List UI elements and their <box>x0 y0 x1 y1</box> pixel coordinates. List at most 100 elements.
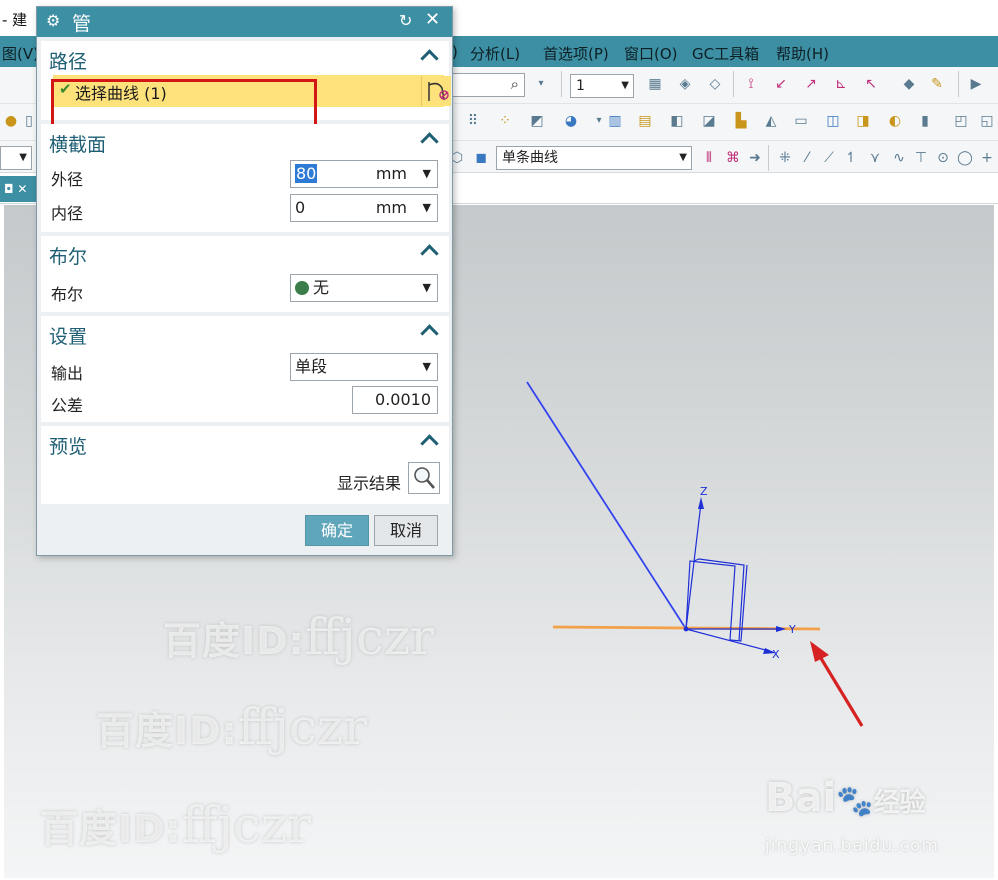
layer-select[interactable]: 1 ▼ <box>570 74 634 98</box>
array-icon[interactable]: ⁘ <box>494 110 516 132</box>
shell-icon[interactable]: ▙ <box>730 110 752 132</box>
filter-select[interactable]: ▼ <box>0 146 32 170</box>
chevron-up-icon[interactable] <box>421 49 441 65</box>
x-axis <box>685 628 770 652</box>
surface-icon[interactable]: ◱ <box>976 110 998 132</box>
search-dropdown-icon[interactable]: ▾ <box>530 73 552 95</box>
show-result-button[interactable] <box>408 462 440 494</box>
point-icon[interactable]: ⟟ <box>740 73 762 95</box>
curve-rule-select[interactable]: 单条曲线 ▼ <box>496 146 692 170</box>
tolerance-value: 0.0010 <box>375 390 431 409</box>
face-blend-icon[interactable]: ◐ <box>884 110 906 132</box>
output-select[interactable]: 单段 ▼ <box>290 353 438 381</box>
solid-icon[interactable]: ◰ <box>950 110 972 132</box>
display-object-icon[interactable]: ◆ <box>898 73 920 95</box>
play-icon[interactable]: ▶ <box>965 73 987 95</box>
arc-center-icon[interactable]: ⊙ <box>932 147 954 169</box>
outer-diameter-input[interactable]: 80 mm ▼ <box>290 160 438 188</box>
curve-rule-button[interactable] <box>421 76 451 106</box>
inner-diameter-label: 内径 <box>51 204 84 223</box>
follow-fillet-icon[interactable]: ⌘ <box>722 147 744 169</box>
stop-at-intersection-icon[interactable]: ⫴ <box>698 147 720 169</box>
wrap-icon[interactable]: ◫ <box>822 110 844 132</box>
offset-face-icon[interactable]: ◧ <box>666 110 688 132</box>
chevron-up-icon[interactable] <box>421 132 441 148</box>
output-label: 输出 <box>51 364 84 383</box>
datum-csys[interactable] <box>683 497 786 654</box>
quadrant-point-icon[interactable]: ◯ <box>954 147 976 169</box>
section-path-header[interactable]: 路径 <box>41 41 449 74</box>
chevron-up-icon[interactable] <box>421 434 441 450</box>
tolerance-input[interactable]: 0.0010 <box>352 386 438 414</box>
tangent-icon[interactable]: ∿ <box>888 147 910 169</box>
snap-point-icon[interactable]: ⁜ <box>774 147 796 169</box>
inner-diameter-input[interactable]: 0 mm ▼ <box>290 194 438 222</box>
emboss-icon[interactable]: ◨ <box>852 110 874 132</box>
thicken-icon[interactable]: ◭ <box>760 110 782 132</box>
section-preview-header[interactable]: 预览 <box>41 426 449 459</box>
intersection-icon[interactable]: ⋎ <box>864 147 886 169</box>
section-settings: 设置 输出 单段 ▼ 公差 0.0010 <box>41 316 449 422</box>
command-search-input[interactable]: ⌕ <box>450 73 525 97</box>
paw-icon: 🐾 <box>836 784 874 819</box>
select-body-icon[interactable]: ◼ <box>470 147 492 169</box>
quadrant-icon[interactable]: ⊤ <box>910 147 932 169</box>
boolean-select[interactable]: 无 ▼ <box>290 274 438 302</box>
draft-icon[interactable]: ◪ <box>698 110 720 132</box>
gear-icon[interactable]: ⚙ <box>46 11 60 30</box>
menu-analysis[interactable]: 分析(L) <box>470 43 520 64</box>
search-icon: ⌕ <box>510 75 519 93</box>
ok-button[interactable]: 确定 <box>305 515 369 546</box>
menu-gc-toolbox[interactable]: GC工具箱 <box>692 43 759 64</box>
menu-help[interactable]: 帮助(H) <box>776 43 829 64</box>
chevron-down-icon[interactable]: ▼ <box>423 161 431 187</box>
menu-preferences[interactable]: 首选项(P) <box>543 43 609 64</box>
dialog-title-bar[interactable]: ⚙ 管 ↻ ✕ <box>37 7 452 37</box>
path-line[interactable] <box>526 381 687 630</box>
trim-body-icon[interactable]: ▥ <box>604 110 626 132</box>
layer-visible-icon[interactable]: ◈ <box>674 73 696 95</box>
show-result-label: 显示结果 <box>337 474 402 493</box>
chevron-up-icon[interactable] <box>421 244 441 260</box>
z-axis-arrow <box>698 497 704 509</box>
section-settings-title: 设置 <box>49 326 88 348</box>
restore-icon[interactable]: ◘ <box>4 182 14 196</box>
path-select-icon[interactable]: ➜ <box>744 147 766 169</box>
layer-move-icon[interactable]: ◇ <box>704 73 726 95</box>
split-body-icon[interactable]: ▤ <box>634 110 656 132</box>
cancel-button[interactable]: 取消 <box>374 515 438 546</box>
section-cross-section-header[interactable]: 横截面 <box>41 124 449 157</box>
highlight-box <box>51 79 317 130</box>
control-point-icon[interactable]: ↿ <box>840 147 862 169</box>
midpoint-icon[interactable]: ⟋ <box>818 147 840 169</box>
section-settings-header[interactable]: 设置 <box>41 316 449 349</box>
close-icon[interactable]: ✕ <box>425 9 440 30</box>
menu-window[interactable]: 窗口(O) <box>624 43 678 64</box>
pattern-icon[interactable]: ⠿ <box>462 110 484 132</box>
menu-view[interactable]: 图(V) <box>2 43 39 64</box>
chevron-up-icon[interactable] <box>421 324 441 340</box>
extract-icon[interactable]: ◩ <box>526 110 548 132</box>
section-boolean-header[interactable]: 布尔 <box>41 236 449 269</box>
point-on-curve-icon[interactable]: + <box>976 147 998 169</box>
document-tab[interactable]: ◘ ✕ <box>0 176 36 202</box>
section-boolean-title: 布尔 <box>49 246 88 268</box>
edit-display-icon[interactable]: ✎ <box>926 73 948 95</box>
watermark-prefix: 百度ID: <box>40 807 182 851</box>
reset-icon[interactable]: ↻ <box>399 11 412 30</box>
cylinder-icon[interactable]: ▮ <box>914 110 936 132</box>
csys-icon[interactable]: ↖ <box>860 73 882 95</box>
chevron-down-icon: ▼ <box>422 360 431 373</box>
chevron-down-icon[interactable]: ▼ <box>423 195 431 221</box>
datum-axis-icon[interactable]: ↗ <box>800 73 822 95</box>
combine-icon[interactable]: ◕ <box>560 110 582 132</box>
layer-settings-icon[interactable]: ▦ <box>644 73 666 95</box>
scale-icon[interactable]: ▭ <box>790 110 812 132</box>
csys-origin-icon[interactable]: ⊾ <box>830 73 852 95</box>
toolbar-divider <box>733 71 734 97</box>
watermark-prefix: 百度ID: <box>163 619 305 663</box>
datum-csys-icon[interactable]: ↙ <box>770 73 792 95</box>
close-tab-icon[interactable]: ✕ <box>17 182 27 196</box>
section-preview-title: 预览 <box>49 436 88 458</box>
endpoint-icon[interactable]: ⁄ <box>796 147 818 169</box>
